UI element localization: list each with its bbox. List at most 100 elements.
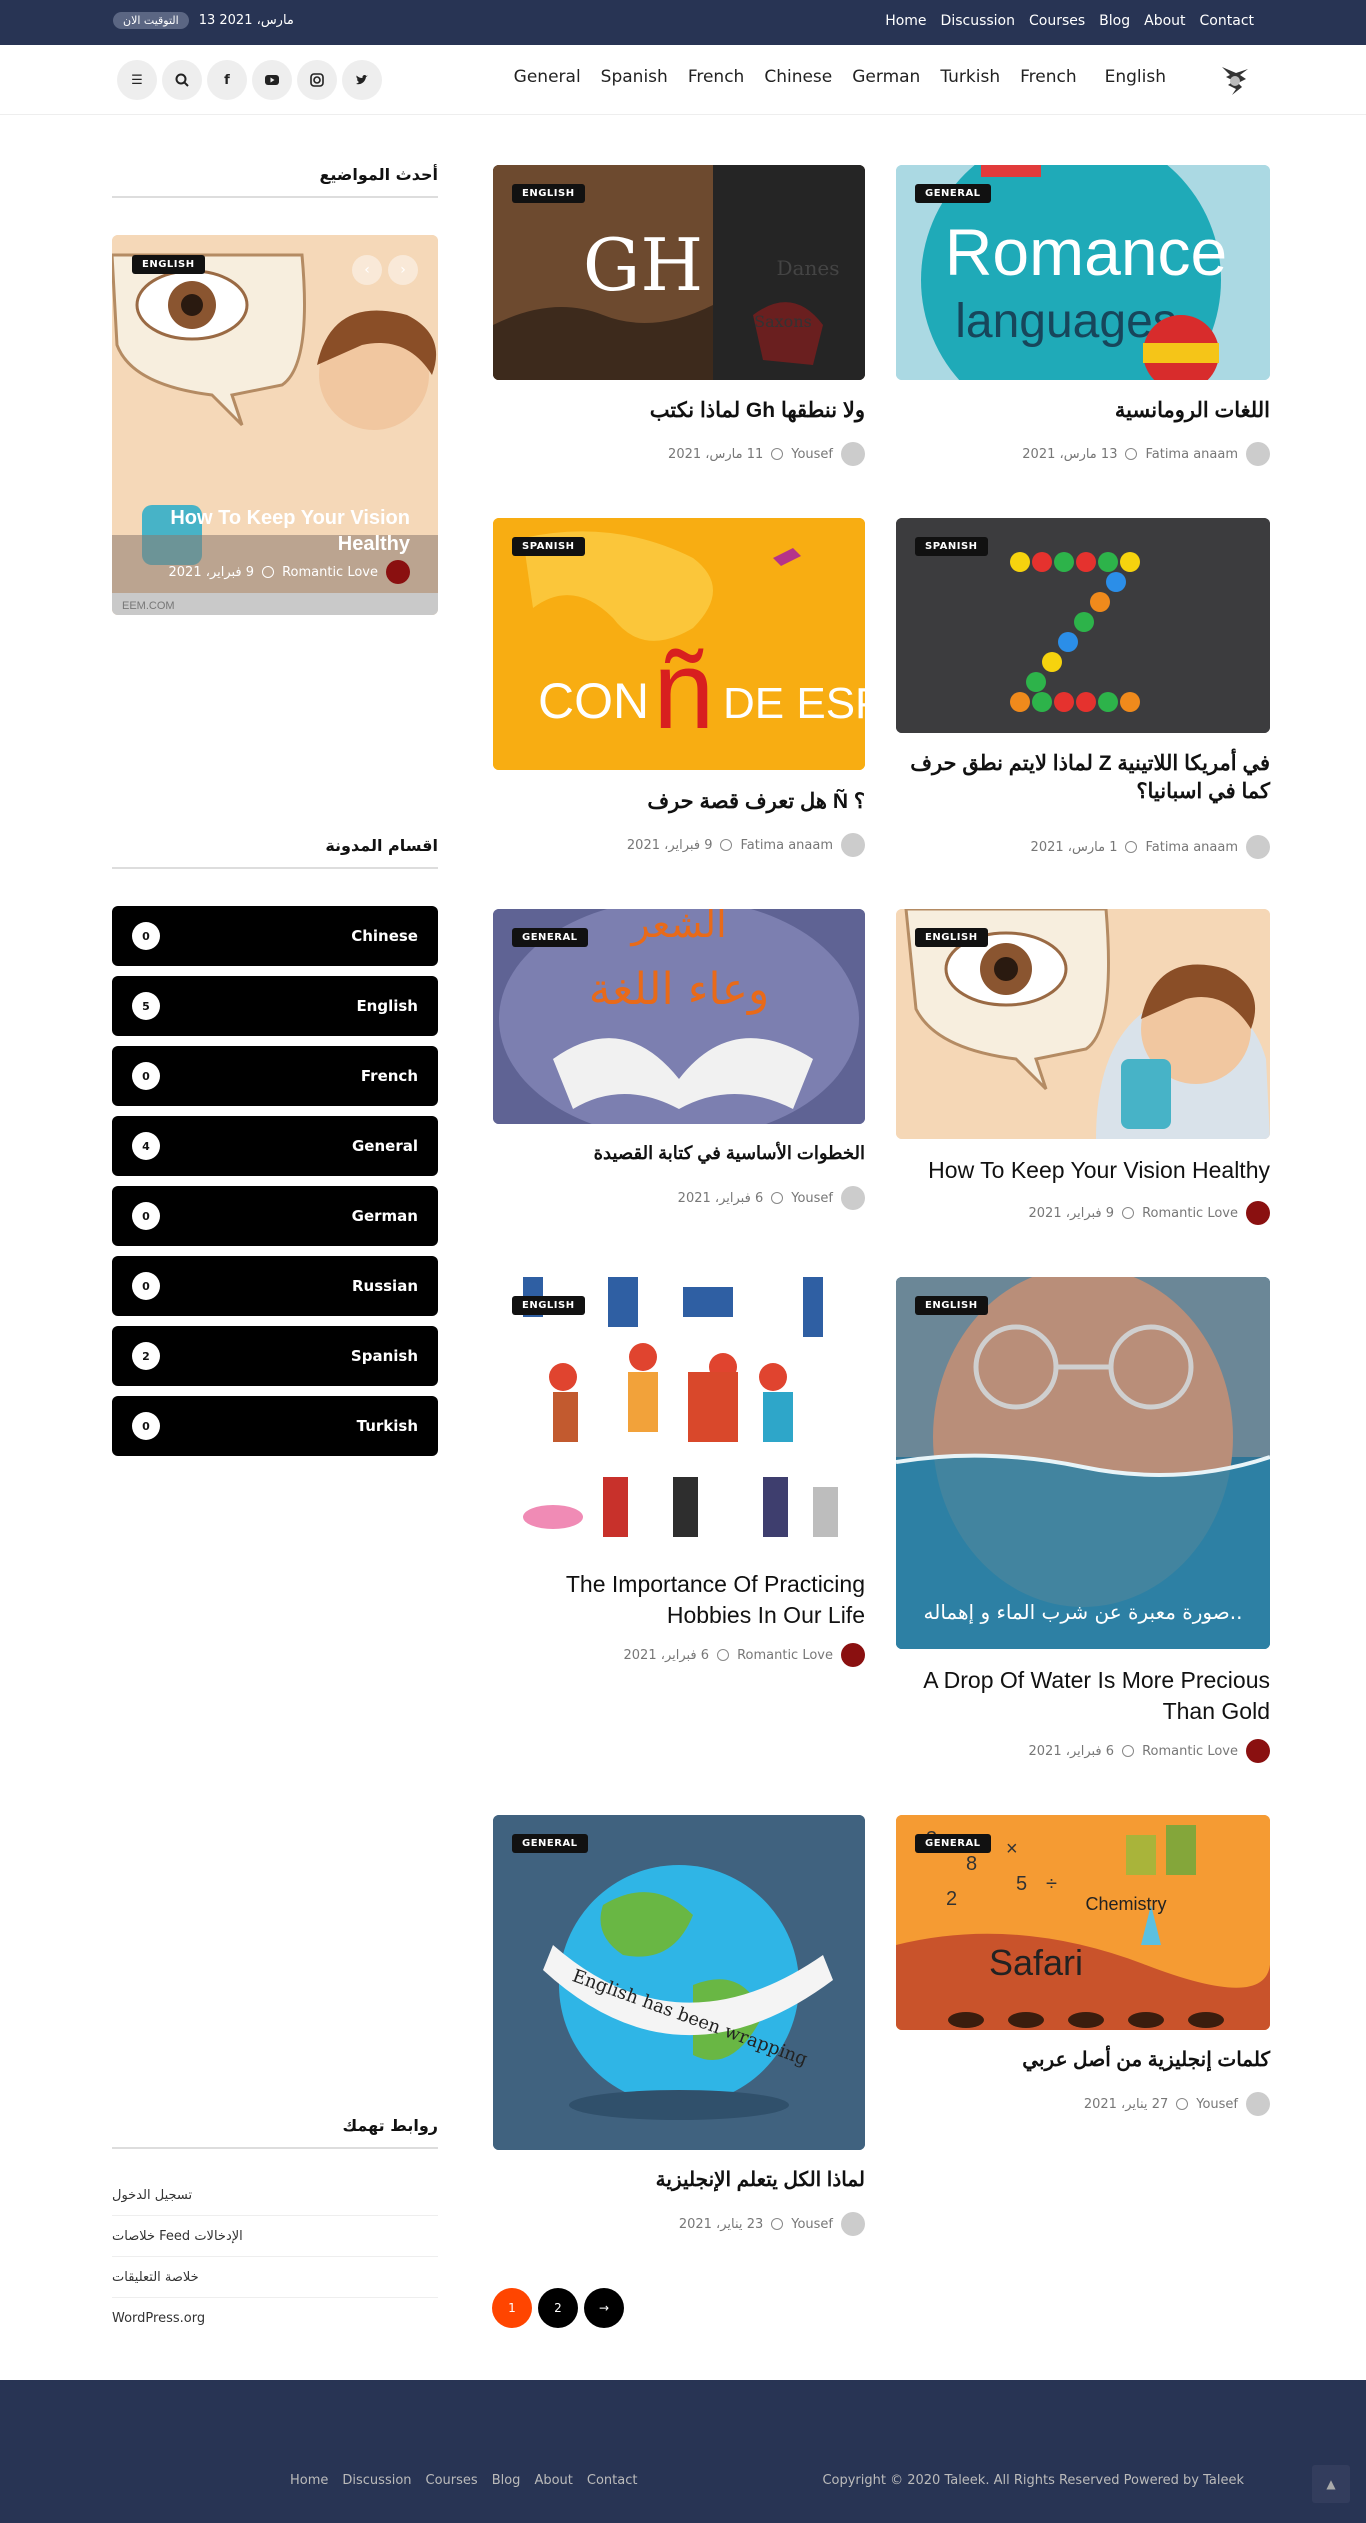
post-author[interactable]: Fatima anaam xyxy=(1145,840,1238,855)
link-comments-feed[interactable]: خلاصة التعليقات xyxy=(112,2257,438,2298)
post-card[interactable]: CON ñ DE ESPAÑA SPANISH هل تعرف قصة حرف … xyxy=(493,518,865,857)
footer-link-blog[interactable]: Blog xyxy=(492,2473,521,2488)
post-tag[interactable]: ENGLISH xyxy=(915,1296,988,1315)
link-wordpress[interactable]: WordPress.org xyxy=(112,2298,438,2339)
slider-tag[interactable]: ENGLISH xyxy=(132,255,205,274)
nav-turkish[interactable]: Turkish xyxy=(940,67,1000,87)
link-entries-feed[interactable]: خلاصات Feed الإدخالات xyxy=(112,2216,438,2257)
time-badge: التوقيت الان xyxy=(113,12,189,29)
link-login[interactable]: تسجيل الدخول xyxy=(112,2175,438,2216)
post-title[interactable]: لماذا لايتم نطق حرف Z في أمريكا اللاتيني… xyxy=(896,750,1270,807)
post-card[interactable]: Romance languages GENERAL اللغات الرومان… xyxy=(896,165,1270,475)
post-card[interactable]: صورة معبرة عن شرب الماء و إهماله.. ENGLI… xyxy=(896,1277,1270,1767)
top-link-contact[interactable]: Contact xyxy=(1200,13,1254,29)
post-title[interactable]: هل تعرف قصة حرف Ñ ؟ xyxy=(493,788,865,816)
post-title[interactable]: كلمات إنجليزية من أصل عربي xyxy=(896,2047,1270,2074)
footer-link-courses[interactable]: Courses xyxy=(426,2473,478,2488)
post-title[interactable]: لماذا نكتب Gh ولا ننطقها xyxy=(493,397,865,425)
category-turkish[interactable]: 0 Turkish xyxy=(112,1396,438,1456)
post-author[interactable]: Fatima anaam xyxy=(1145,447,1238,462)
post-title[interactable]: اللغات الرومانسية xyxy=(896,397,1270,425)
slider-next-button[interactable]: › xyxy=(388,255,418,285)
category-spanish[interactable]: 2 Spanish xyxy=(112,1326,438,1386)
slider-title[interactable]: How To Keep Your Vision Healthy xyxy=(150,505,410,557)
page-next-arrow[interactable]: → xyxy=(584,2288,624,2328)
post-tag[interactable]: GENERAL xyxy=(915,1834,991,1853)
post-tag[interactable]: GENERAL xyxy=(512,928,588,947)
nav-spanish[interactable]: Spanish xyxy=(601,67,668,87)
category-french[interactable]: 0 French xyxy=(112,1046,438,1106)
nav-general[interactable]: General xyxy=(514,67,581,87)
post-tag[interactable]: SPANISH xyxy=(915,537,988,556)
post-card[interactable]: GH Danes Saxons ENGLISH لماذا نكتب Gh ول… xyxy=(493,165,865,475)
post-date: 6 فبراير، 2021 xyxy=(1028,1743,1115,1759)
instagram-icon[interactable] xyxy=(297,60,337,100)
footer-link-discussion[interactable]: Discussion xyxy=(342,2473,411,2488)
site-logo[interactable] xyxy=(1216,63,1254,99)
post-card[interactable]: English has been wrapping GENERAL لماذا … xyxy=(493,1815,865,2245)
post-card[interactable]: 38×52÷ Chemistry Safari GENERAL كلمات إن… xyxy=(896,1815,1270,2125)
post-title[interactable]: The Importance Of Practicing Hobbies In … xyxy=(493,1569,865,1631)
back-to-top-button[interactable]: ▲ xyxy=(1312,2465,1350,2503)
nav-english[interactable]: English xyxy=(1105,67,1166,87)
categories-title: اقسام المدونة xyxy=(112,836,438,869)
category-german[interactable]: 0 German xyxy=(112,1186,438,1246)
nav-chinese[interactable]: Chinese xyxy=(764,67,832,87)
twitter-icon[interactable] xyxy=(342,60,382,100)
post-author[interactable]: Romantic Love xyxy=(1142,1744,1238,1759)
category-english[interactable]: 5 English xyxy=(112,976,438,1036)
post-card[interactable]: ENGLISH The Importance Of Practicing Hob… xyxy=(493,1277,865,1672)
menu-icon[interactable]: ☰ xyxy=(117,60,157,100)
nav-german[interactable]: German xyxy=(852,67,920,87)
footer-link-home[interactable]: Home xyxy=(290,2473,328,2488)
post-author[interactable]: Yousef xyxy=(791,1191,833,1206)
category-count: 4 xyxy=(132,1132,160,1160)
recent-slider[interactable]: EEM.COM ENGLISH ‹ › How To Keep Your Vis… xyxy=(112,235,438,615)
post-image[interactable]: صورة معبرة عن شرب الماء و إهماله.. xyxy=(896,1277,1270,1649)
search-icon[interactable] xyxy=(162,60,202,100)
post-author[interactable]: Romantic Love xyxy=(1142,1206,1238,1221)
post-tag[interactable]: GENERAL xyxy=(512,1834,588,1853)
post-card[interactable]: الشعر وعاء اللغة GENERAL الخطوات الأساسي… xyxy=(493,909,865,1219)
post-author[interactable]: Yousef xyxy=(791,447,833,462)
top-link-discussion[interactable]: Discussion xyxy=(941,13,1015,29)
top-link-about[interactable]: About xyxy=(1144,13,1185,29)
top-link-home[interactable]: Home xyxy=(885,13,926,29)
nav-french-2[interactable]: French xyxy=(1020,67,1077,87)
post-author[interactable]: Fatima anaam xyxy=(740,838,833,853)
footer-link-contact[interactable]: Contact xyxy=(587,2473,638,2488)
post-author[interactable]: Romantic Love xyxy=(737,1648,833,1663)
post-title[interactable]: لماذا الكل يتعلم الإنجليزية xyxy=(493,2167,865,2194)
post-tag[interactable]: ENGLISH xyxy=(512,1296,585,1315)
top-link-courses[interactable]: Courses xyxy=(1029,13,1085,29)
post-image[interactable] xyxy=(493,1277,865,1552)
category-russian[interactable]: 0 Russian xyxy=(112,1256,438,1316)
post-meta: Romantic Love 6 فبراير، 2021 xyxy=(624,1643,865,1667)
post-meta: Yousef 11 مارس، 2021 xyxy=(668,442,865,466)
facebook-icon[interactable]: f xyxy=(207,60,247,100)
post-tag[interactable]: SPANISH xyxy=(512,537,585,556)
category-chinese[interactable]: 0 Chinese xyxy=(112,906,438,966)
page-2[interactable]: 2 xyxy=(538,2288,578,2328)
youtube-icon[interactable] xyxy=(252,60,292,100)
post-card[interactable]: ENGLISH How To Keep Your Vision Healthy … xyxy=(896,909,1270,1234)
post-tag[interactable]: ENGLISH xyxy=(512,184,585,203)
post-author[interactable]: Yousef xyxy=(1196,2097,1238,2112)
category-general[interactable]: 4 General xyxy=(112,1116,438,1176)
post-image[interactable]: English has been wrapping xyxy=(493,1815,865,2150)
top-link-blog[interactable]: Blog xyxy=(1099,13,1130,29)
post-title[interactable]: A Drop Of Water Is More Precious Than Go… xyxy=(896,1665,1270,1727)
nav-french[interactable]: French xyxy=(688,67,745,87)
footer-link-about[interactable]: About xyxy=(534,2473,572,2488)
svg-text:×: × xyxy=(1006,1838,1018,1860)
post-author[interactable]: Yousef xyxy=(791,2217,833,2232)
slider-author[interactable]: Romantic Love xyxy=(282,565,378,580)
post-card[interactable]: SPANISH لماذا لايتم نطق حرف Z في أمريكا … xyxy=(896,518,1270,859)
slider-prev-button[interactable]: ‹ xyxy=(352,255,382,285)
post-tag[interactable]: ENGLISH xyxy=(915,928,988,947)
post-tag[interactable]: GENERAL xyxy=(915,184,991,203)
post-title[interactable]: الخطوات الأساسية في كتابة القصيدة xyxy=(493,1141,865,1165)
post-date: 9 فبراير، 2021 xyxy=(1028,1205,1115,1221)
page-current[interactable]: 1 xyxy=(492,2288,532,2328)
post-title[interactable]: How To Keep Your Vision Healthy xyxy=(896,1155,1270,1186)
